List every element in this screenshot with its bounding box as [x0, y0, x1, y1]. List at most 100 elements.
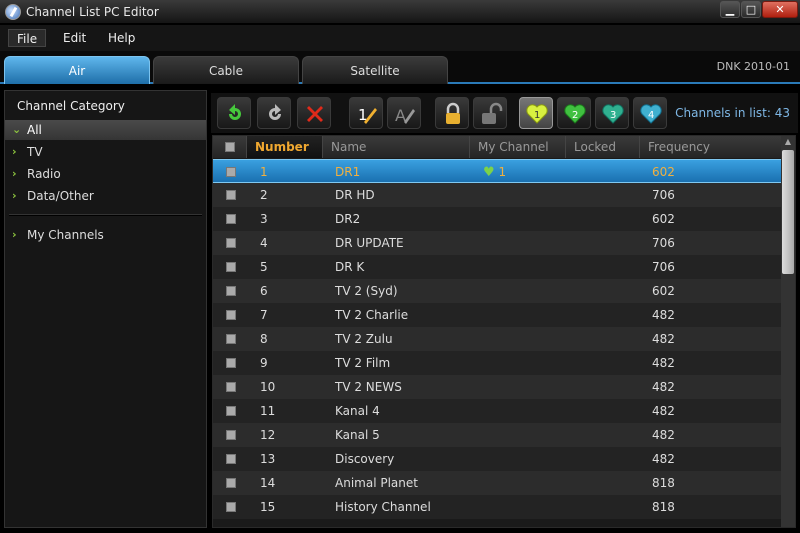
table-header: Number ▲ Name My Channel Locked Frequenc…: [213, 136, 781, 175]
header-name[interactable]: Name: [323, 136, 470, 158]
table-row[interactable]: 5 DR K 706: [213, 255, 781, 279]
table-row[interactable]: 2 DR HD 706: [213, 183, 781, 207]
cell-frequency: 602: [652, 212, 675, 226]
scroll-thumb[interactable]: [782, 150, 794, 274]
vertical-scrollbar[interactable]: ▲: [781, 136, 795, 527]
window-title: Channel List PC Editor: [26, 5, 159, 19]
cell-frequency: 602: [652, 284, 675, 298]
undo-icon: [229, 104, 241, 120]
title-bar[interactable]: Channel List PC Editor ▁ □ ✕: [0, 0, 800, 24]
row-checkbox[interactable]: [226, 502, 236, 512]
my-channel-value: 1: [498, 165, 507, 179]
scroll-up-icon[interactable]: ▲: [781, 136, 795, 148]
tab-satellite[interactable]: Satellite: [302, 56, 448, 84]
rename-button[interactable]: A: [387, 97, 421, 129]
minimize-button[interactable]: ▁: [720, 1, 740, 18]
cell-name: Discovery: [335, 452, 395, 466]
sidebar-item-radio[interactable]: › Radio: [5, 164, 206, 184]
tab-air[interactable]: Air: [4, 56, 150, 84]
table-row[interactable]: 8 TV 2 Zulu 482: [213, 327, 781, 351]
close-button[interactable]: ✕: [762, 1, 798, 18]
table-row[interactable]: 13 Discovery 482: [213, 447, 781, 471]
sidebar-divider: [9, 214, 202, 216]
table-row[interactable]: 11 Kanal 4 482: [213, 399, 781, 423]
cell-number: 11: [260, 404, 276, 418]
row-checkbox[interactable]: [226, 478, 236, 488]
row-checkbox[interactable]: [226, 430, 236, 440]
menu-edit[interactable]: Edit: [55, 29, 94, 47]
cell-number: 1: [260, 165, 268, 179]
cell-name: DR UPDATE: [335, 236, 404, 250]
table-row[interactable]: 9 TV 2 Film 482: [213, 351, 781, 375]
row-checkbox[interactable]: [226, 238, 236, 248]
cell-number: 12: [260, 428, 276, 442]
svg-text:1: 1: [534, 110, 540, 121]
table-row[interactable]: 6 TV 2 (Syd) 602: [213, 279, 781, 303]
cell-number: 13: [260, 452, 276, 466]
header-number[interactable]: Number ▲: [247, 136, 323, 175]
sidebar-item-data-other[interactable]: › Data/Other: [5, 186, 206, 206]
sidebar-item-label: All: [27, 123, 42, 137]
cell-number: 15: [260, 500, 276, 514]
table-row[interactable]: 4 DR UPDATE 706: [213, 231, 781, 255]
header-my-channel[interactable]: My Channel: [470, 136, 566, 158]
lock-button[interactable]: [435, 97, 469, 129]
row-checkbox[interactable]: [226, 334, 236, 344]
cell-frequency: 706: [652, 188, 675, 202]
undo-button[interactable]: [217, 97, 251, 129]
cell-number: 6: [260, 284, 268, 298]
menu-file[interactable]: File: [8, 29, 47, 47]
unlock-button[interactable]: [473, 97, 507, 129]
table-row[interactable]: 12 Kanal 5 482: [213, 423, 781, 447]
sidebar-item-tv[interactable]: › TV: [5, 142, 206, 162]
delete-x-icon: [307, 106, 323, 122]
menu-bar: File Edit Help: [0, 25, 800, 51]
row-checkbox[interactable]: [226, 214, 236, 224]
cell-frequency: 482: [652, 356, 675, 370]
row-checkbox[interactable]: [226, 167, 236, 177]
header-select-all[interactable]: [213, 136, 247, 158]
cell-number: 4: [260, 236, 268, 250]
maximize-button[interactable]: □: [741, 1, 761, 18]
header-frequency[interactable]: Frequency: [640, 136, 781, 158]
row-checkbox[interactable]: [226, 406, 236, 416]
row-checkbox[interactable]: [226, 286, 236, 296]
cell-name: DR2: [335, 212, 361, 226]
delete-button[interactable]: [297, 97, 331, 129]
row-checkbox[interactable]: [226, 190, 236, 200]
sidebar-item-all[interactable]: ⌄ All: [5, 120, 206, 140]
select-all-checkbox[interactable]: [225, 142, 235, 152]
cell-name: TV 2 (Syd): [335, 284, 398, 298]
row-checkbox[interactable]: [226, 382, 236, 392]
my-channel-2-button[interactable]: 2: [557, 97, 591, 129]
channel-category-header: Channel Category: [17, 99, 125, 113]
cell-frequency: 706: [652, 260, 675, 274]
row-checkbox[interactable]: [226, 310, 236, 320]
row-checkbox[interactable]: [226, 454, 236, 464]
header-locked[interactable]: Locked: [566, 136, 640, 158]
cell-number: 10: [260, 380, 276, 394]
table-row[interactable]: 10 TV 2 NEWS 482: [213, 375, 781, 399]
my-channel-1-button[interactable]: 1: [519, 97, 553, 129]
row-checkbox[interactable]: [226, 358, 236, 368]
chevron-down-icon: ⌄: [12, 123, 22, 136]
my-channel-3-button[interactable]: 3: [595, 97, 629, 129]
table-row[interactable]: 14 Animal Planet 818: [213, 471, 781, 495]
table-row[interactable]: 1 DR1 ♥ 1 602: [213, 159, 781, 183]
row-checkbox[interactable]: [226, 262, 236, 272]
cell-frequency: 482: [652, 452, 675, 466]
cell-name: Animal Planet: [335, 476, 418, 490]
table-row[interactable]: 15 History Channel 818: [213, 495, 781, 519]
sidebar-item-my-channels[interactable]: › My Channels: [5, 225, 206, 245]
cell-name: DR K: [335, 260, 365, 274]
heart-4-icon: 4: [640, 104, 662, 124]
renumber-button[interactable]: 1: [349, 97, 383, 129]
table-row[interactable]: 7 TV 2 Charlie 482: [213, 303, 781, 327]
tab-cable[interactable]: Cable: [153, 56, 299, 84]
my-channel-4-button[interactable]: 4: [633, 97, 667, 129]
tab-bar: Air Cable Satellite DNK 2010-01: [0, 51, 800, 84]
menu-help[interactable]: Help: [100, 29, 143, 47]
redo-button[interactable]: [257, 97, 291, 129]
table-row[interactable]: 3 DR2 602: [213, 207, 781, 231]
cell-number: 8: [260, 332, 268, 346]
